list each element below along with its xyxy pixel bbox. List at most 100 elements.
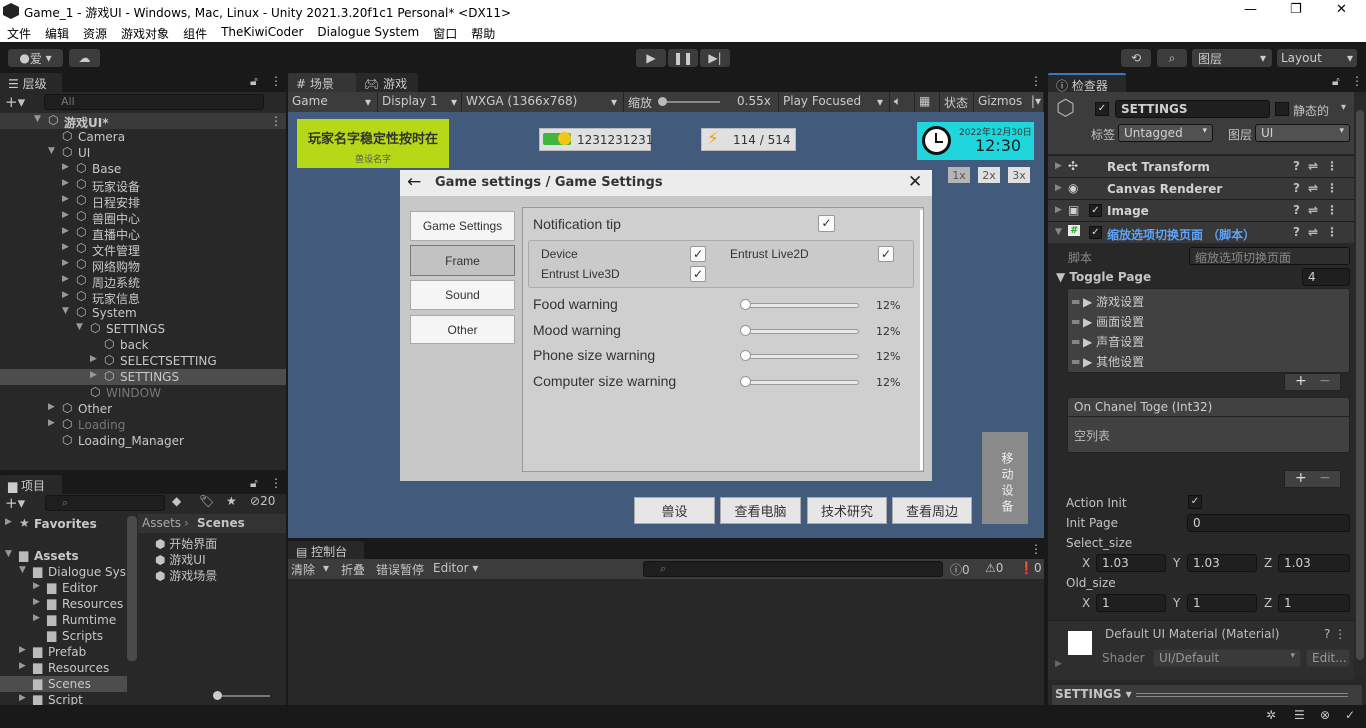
- warning-slider[interactable]: [740, 299, 859, 310]
- hierarchy-item[interactable]: ▼ ⬡ UI: [0, 145, 286, 161]
- expand-arrow-icon[interactable]: ▼: [5, 549, 12, 559]
- back-arrow-icon[interactable]: ←: [407, 172, 421, 192]
- drag-handle-icon[interactable]: ═ ▶: [1072, 295, 1096, 309]
- console-search-input[interactable]: ⌕: [643, 561, 943, 577]
- icon-size-slider[interactable]: [213, 691, 270, 700]
- play-button[interactable]: ▶: [636, 49, 666, 67]
- character-button[interactable]: 兽设: [634, 497, 715, 524]
- project-folder-item[interactable]: ▶ ▆ Rumtime: [0, 612, 127, 628]
- hierarchy-item[interactable]: ▶ ⬡ 文件管理: [0, 241, 286, 258]
- resolution-dropdown[interactable]: WXGA (1366x768) ▾: [462, 92, 624, 112]
- move-device-button[interactable]: 移动设备: [982, 432, 1028, 524]
- scale-slider-handle[interactable]: [658, 97, 667, 106]
- hierarchy-item[interactable]: ⬡ Camera: [0, 129, 286, 145]
- select-size-x[interactable]: 1.03: [1096, 554, 1166, 572]
- toggle-page-size[interactable]: 4: [1302, 268, 1350, 286]
- hierarchy-item[interactable]: ▶ ⬡ 玩家信息: [0, 289, 286, 306]
- hierarchy-item[interactable]: ▶ ⬡ Loading: [0, 417, 286, 433]
- view-merch-button[interactable]: 查看周边: [892, 497, 972, 524]
- project-folder-item[interactable]: [0, 532, 127, 548]
- search-button[interactable]: ⌕: [1157, 49, 1187, 67]
- action-init-checkbox[interactable]: ✓: [1188, 495, 1202, 509]
- toggle-page-item[interactable]: ═ ▶ 声音设置: [1072, 333, 1144, 350]
- hierarchy-item[interactable]: ▶ ⬡ 日程安排: [0, 193, 286, 210]
- maximize-button[interactable]: ❐: [1290, 2, 1302, 17]
- expand-arrow-icon[interactable]: ▶: [19, 645, 26, 655]
- expand-arrow-icon[interactable]: ▶: [33, 597, 40, 607]
- component-rect-transform[interactable]: ▶ ✣ Rect Transform ?⇌⋮: [1048, 155, 1354, 177]
- menu-item[interactable]: 编辑: [38, 22, 76, 42]
- warning-count-toggle[interactable]: ⚠0: [985, 561, 1003, 575]
- component-script[interactable]: ▼ # ✓ 缩放选项切换页面 （脚本） ?⇌⋮: [1048, 221, 1354, 243]
- step-button[interactable]: ▶|: [700, 49, 730, 67]
- tab-frame[interactable]: Frame: [410, 245, 515, 276]
- account-dropdown[interactable]: ● 爱 ▾: [8, 49, 63, 67]
- expand-arrow-icon[interactable]: ▶: [33, 613, 40, 623]
- preview-resize-handle[interactable]: [1136, 693, 1348, 697]
- tab-other[interactable]: Other: [410, 315, 515, 344]
- tab-scene[interactable]: # 场景: [288, 73, 356, 92]
- entrust-live2d-checkbox[interactable]: ✓: [878, 246, 894, 262]
- slider-handle[interactable]: [740, 350, 751, 361]
- project-folder-item[interactable]: ▼ ▆ Assets: [0, 548, 127, 564]
- menu-item[interactable]: Dialogue System: [310, 22, 426, 42]
- view-computer-button[interactable]: 查看电脑: [720, 497, 801, 524]
- menu-item[interactable]: 组件: [176, 22, 214, 42]
- old-size-y[interactable]: 1: [1187, 594, 1257, 612]
- project-tree-scrollbar[interactable]: [127, 516, 137, 661]
- shader-dropdown[interactable]: UI/Default ▾: [1153, 649, 1301, 667]
- layers-dropdown[interactable]: 图层 ▾: [1192, 49, 1272, 67]
- more-options-icon[interactable]: ⋮: [270, 476, 282, 490]
- filter-type-icon[interactable]: ◆: [172, 494, 181, 508]
- hierarchy-item[interactable]: ▶ ⬡ SELECTSETTING: [0, 353, 286, 369]
- expand-arrow-icon[interactable]: ▶: [62, 274, 69, 284]
- more-options-icon[interactable]: ⋮: [1030, 542, 1042, 556]
- editor-dropdown[interactable]: Editor ▾: [433, 561, 478, 575]
- active-checkbox[interactable]: ✓: [1095, 102, 1109, 116]
- toggle-page-item[interactable]: ═ ▶ 其他设置: [1072, 353, 1144, 370]
- project-folder-item[interactable]: ▶ ▆ Resources: [0, 596, 127, 612]
- lock-icon[interactable]: 🔓︎: [250, 476, 258, 491]
- expand-arrow-icon[interactable]: ▶: [62, 210, 69, 220]
- play-focused-dropdown[interactable]: Play Focused ▾: [779, 92, 890, 112]
- select-size-z[interactable]: 1.03: [1278, 554, 1350, 572]
- menu-item[interactable]: 帮助: [464, 22, 502, 42]
- inspector-scrollbar[interactable]: [1355, 96, 1365, 676]
- status-ok-icon[interactable]: ✓: [1345, 708, 1355, 722]
- notification-tip-checkbox[interactable]: ✓: [818, 215, 835, 232]
- expand-arrow-icon[interactable]: ▶: [5, 517, 12, 527]
- tech-research-button[interactable]: 技术研究: [807, 497, 887, 524]
- script-field[interactable]: 缩放选项切换页面: [1189, 247, 1350, 265]
- add-event-button[interactable]: +: [1295, 470, 1307, 486]
- expand-arrow-icon[interactable]: ▼: [62, 306, 69, 316]
- more-options-icon[interactable]: ⋮: [270, 74, 282, 88]
- project-folder-item[interactable]: ▶ ▆ Editor: [0, 580, 127, 596]
- component-image[interactable]: ▶ ▣ ✓ Image ?⇌⋮: [1048, 199, 1354, 221]
- component-canvas-renderer[interactable]: ▶ ◉ Canvas Renderer ?⇌⋮: [1048, 177, 1354, 199]
- lock-icon[interactable]: 🔓︎: [250, 74, 258, 89]
- hierarchy-item[interactable]: ▼ ⬡ System: [0, 305, 286, 321]
- select-size-y[interactable]: 1.03: [1187, 554, 1257, 572]
- expand-arrow-icon[interactable]: ▶: [62, 162, 69, 172]
- drag-handle-icon[interactable]: ═ ▶: [1072, 315, 1096, 329]
- expand-arrow-icon[interactable]: ▶: [48, 402, 55, 412]
- log-count-toggle[interactable]: ⓘ0: [950, 561, 970, 578]
- expand-arrow-icon[interactable]: ▼: [76, 322, 83, 332]
- player-name-card[interactable]: 玩家名字稳定性按时在 兽设名字: [297, 119, 449, 168]
- expand-arrow-icon[interactable]: ▼: [34, 114, 41, 124]
- breadcrumb-assets[interactable]: Assets: [142, 516, 181, 530]
- stats-grid-button[interactable]: ▦: [915, 92, 940, 112]
- hierarchy-item[interactable]: ▶ ⬡ 直播中心: [0, 225, 286, 242]
- error-pause-button[interactable]: 错误暂停: [376, 561, 424, 578]
- toggle-page-item[interactable]: ═ ▶ 游戏设置: [1072, 293, 1144, 310]
- init-page-input[interactable]: 0: [1187, 514, 1350, 532]
- static-checkbox[interactable]: [1275, 102, 1289, 116]
- tab-console[interactable]: ▤ 控制台: [288, 541, 364, 560]
- stats-button[interactable]: 状态: [940, 92, 974, 112]
- project-folder-item[interactable]: ▶ ▆ Resources: [0, 660, 127, 676]
- project-folder-item[interactable]: ▶ ★ Favorites: [0, 516, 127, 532]
- expand-arrow-icon[interactable]: ▼: [19, 565, 26, 575]
- create-button[interactable]: +▾: [5, 494, 25, 512]
- expand-arrow-icon[interactable]: ▶: [19, 693, 26, 703]
- favorite-star-icon[interactable]: ★: [226, 494, 237, 508]
